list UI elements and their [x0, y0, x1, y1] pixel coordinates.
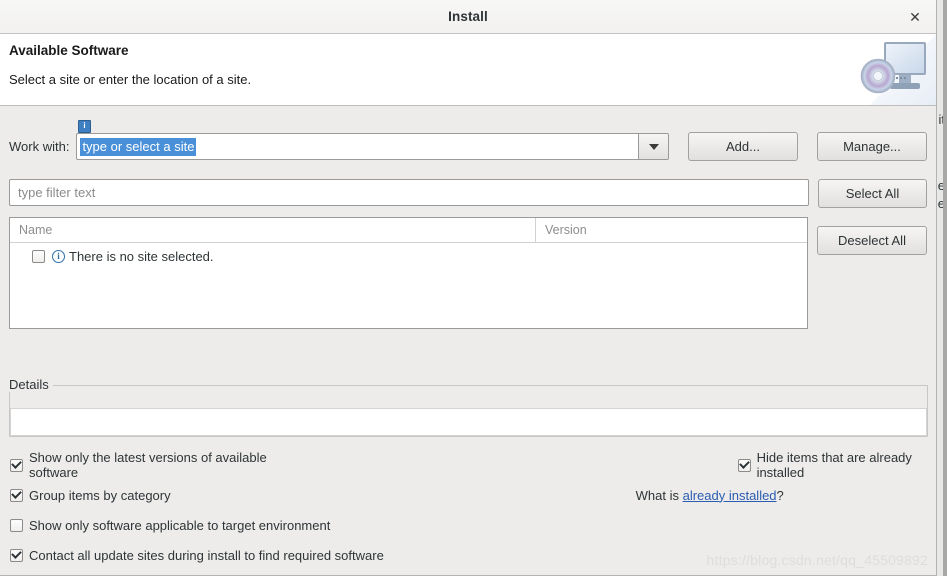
column-header-name[interactable]: Name [10, 218, 536, 242]
option-latest-versions-checkbox[interactable] [10, 458, 23, 472]
option-latest-versions-label: Show only the latest versions of availab… [29, 450, 267, 480]
option-target-environment-label: Show only software applicable to target … [29, 517, 331, 533]
row-checkbox[interactable] [32, 249, 45, 263]
options-row-1: Show only the latest versions of availab… [10, 450, 929, 480]
row-name: There is no site selected. [69, 248, 214, 264]
option-contact-update-sites-checkbox[interactable] [10, 548, 23, 562]
option-target-environment[interactable]: Show only software applicable to target … [10, 518, 330, 533]
already-installed-link[interactable]: already installed [683, 488, 777, 503]
option-hide-installed-checkbox[interactable] [737, 458, 751, 472]
option-group-by-category[interactable]: Group items by category [10, 488, 171, 503]
option-contact-update-sites[interactable]: Contact all update sites during install … [10, 548, 384, 563]
work-with-value: type or select a site [80, 137, 197, 156]
work-with-combo[interactable]: type or select a site [76, 133, 669, 160]
dialog-titlebar: Install ✕ [0, 0, 936, 34]
dialog-title: Install [448, 9, 488, 24]
close-icon[interactable]: ✕ [904, 6, 926, 28]
details-legend: Details [9, 377, 53, 392]
page-title: Available Software [9, 43, 129, 58]
option-hide-installed[interactable]: Hide items that are already installed [737, 450, 929, 480]
column-header-version[interactable]: Version [536, 218, 807, 242]
option-hide-installed-label: Hide items that are already installed [756, 450, 912, 480]
what-is-suffix: ? [776, 487, 784, 503]
work-with-row: Work with: i type or select a site Add..… [9, 120, 927, 161]
work-with-input[interactable]: type or select a site [76, 133, 638, 160]
add-site-button[interactable]: Add... [688, 132, 798, 161]
filter-input[interactable] [9, 179, 809, 206]
dialog-body: Work with: i type or select a site Add..… [0, 106, 936, 575]
background-scrollbar[interactable] [943, 0, 947, 576]
filter-row: Select All [9, 179, 927, 208]
info-badge-icon: i [78, 120, 91, 133]
install-dialog: Install ✕ Available Software Select a si… [0, 0, 937, 576]
option-contact-update-sites-label: Contact all update sites during install … [29, 547, 384, 563]
options-row-2: Group items by category What is already … [10, 480, 929, 510]
table-row[interactable]: i There is no site selected. [10, 243, 807, 269]
monitor-disc-icon [852, 34, 936, 105]
what-is-already-installed: What is already installed? [636, 488, 784, 503]
option-group-by-category-checkbox[interactable] [10, 488, 23, 502]
chevron-down-icon[interactable] [638, 133, 669, 160]
manage-sites-button[interactable]: Manage... [817, 132, 927, 161]
what-is-prefix: What is [635, 487, 683, 503]
deselect-all-button[interactable]: Deselect All [817, 226, 927, 255]
details-group: Details [9, 377, 928, 437]
work-with-label: Work with: [9, 139, 70, 154]
table-side-buttons: Deselect All [817, 217, 927, 329]
watermark: https://blog.csdn.net/qq_45509892 [706, 552, 928, 568]
table-header: Name Version [10, 218, 807, 243]
dialog-banner: Available Software Select a site or ente… [0, 34, 936, 106]
options-row-3: Show only software applicable to target … [10, 510, 929, 540]
select-all-button[interactable]: Select All [817, 179, 927, 208]
page-subtitle: Select a site or enter the location of a… [9, 72, 252, 87]
option-latest-versions[interactable]: Show only the latest versions of availab… [10, 450, 273, 480]
info-circle-icon: i [52, 249, 65, 263]
software-table[interactable]: Name Version i There is no site selected… [9, 217, 808, 329]
details-text-area [10, 408, 927, 436]
software-table-row: Name Version i There is no site selected… [9, 217, 927, 329]
option-group-by-category-label: Group items by category [29, 487, 171, 503]
chevron-down-glyph [648, 143, 659, 150]
option-target-environment-checkbox[interactable] [10, 518, 23, 532]
